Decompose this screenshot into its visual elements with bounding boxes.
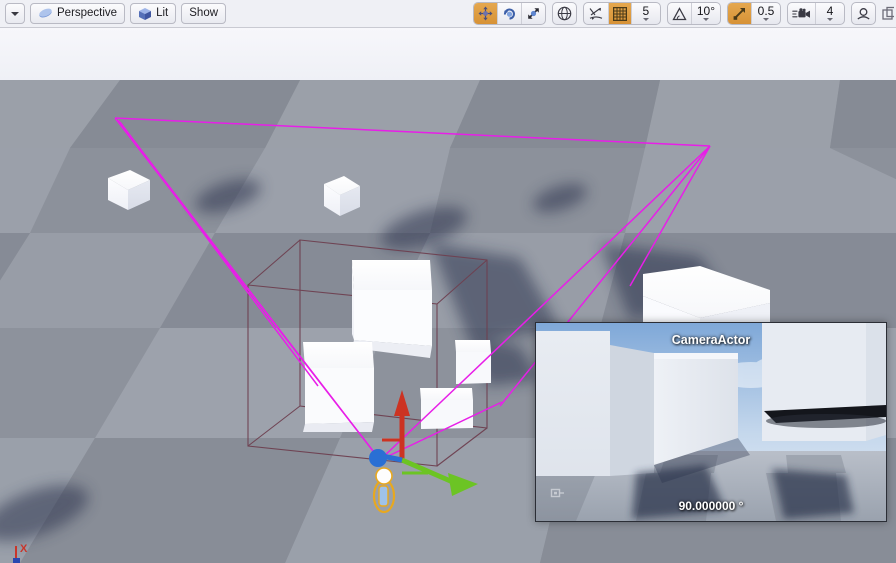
chevron-down-icon [827,17,833,21]
perspective-icon [38,7,53,20]
camera-speed-group: 4 [787,2,845,25]
lit-cube-icon [138,7,152,21]
toolbar-left-group: Perspective Lit Show [0,3,227,24]
camera-speed-value-text: 4 [826,3,834,18]
rotate-icon [503,8,515,20]
viewport-toolbar: Perspective Lit Show 5 10° 0.5 4 [0,0,896,28]
camera-lens-button[interactable] [852,3,875,24]
show-menu[interactable]: Show [181,3,227,24]
angle-icon [672,6,687,20]
surface-snap-icon [589,7,603,20]
grid-snap-value[interactable]: 5 [632,3,660,24]
rotate-gizmo-button[interactable] [498,3,522,24]
scene-cube-small-right-b [420,388,473,429]
world-coordinate-button[interactable] [553,3,576,24]
scale-arrow-icon [733,8,745,20]
angle-snap-value[interactable]: 10° [692,3,720,24]
scale-icon [528,8,539,19]
view-mode-lit[interactable]: Lit [130,3,177,24]
scale-snap-toggle[interactable] [728,3,752,24]
axis-indicator-label: X [20,543,28,555]
scale-snap-group: 0.5 [727,2,781,25]
axis-indicator: X [8,535,42,563]
grid-icon [612,6,627,21]
angle-snap-toggle[interactable] [668,3,692,24]
scale-gizmo-button[interactable] [522,3,545,24]
camera-preview-render [536,323,886,521]
chevron-down-icon [11,11,19,16]
move-arrows-icon [478,6,493,21]
angle-snap-group: 10° [666,2,721,25]
toolbar-right-group: 5 10° 0.5 4 [472,2,896,25]
scene-cube-small-right-a [455,340,491,384]
view-mode-perspective[interactable]: Perspective [30,3,126,24]
chevron-down-icon [702,17,709,21]
camera-preview-panel[interactable]: CameraActor 90.000000 ° [535,322,887,522]
globe-icon [557,6,572,21]
surface-snap-button[interactable] [584,3,609,24]
camera-speed-value[interactable]: 4 [816,3,844,24]
grid-snap-value-text: 5 [642,3,650,18]
chevron-down-icon [642,17,649,21]
view-mode-lit-label: Lit [156,6,169,19]
grid-snap-group: 5 [582,2,661,25]
maximize-viewport-button[interactable] [882,6,894,22]
scale-snap-value[interactable]: 0.5 [752,3,780,24]
angle-snap-value-text: 10° [696,3,715,18]
viewport-options-menu[interactable] [5,3,25,24]
pin-preview-icon[interactable] [550,487,566,499]
chevron-down-icon [763,17,769,21]
camera-lens-group [851,2,876,25]
gizmo-mode-group [472,2,546,25]
camera-speed-button[interactable] [788,3,816,24]
coordinate-system-group [551,2,577,25]
camera-speed-icon [792,7,810,18]
grid-snap-toggle[interactable] [608,3,632,24]
scale-snap-value-text: 0.5 [757,3,775,18]
unreal-editor-viewport-window: Perspective Lit Show 5 10° 0.5 4 X Camer… [0,0,896,563]
view-mode-label: Perspective [57,6,118,19]
scene-cube-mid-left [303,342,374,432]
lens-icon [857,8,870,20]
translate-gizmo-button[interactable] [473,3,498,24]
show-menu-label: Show [189,6,219,19]
maximize-icon [882,6,894,20]
